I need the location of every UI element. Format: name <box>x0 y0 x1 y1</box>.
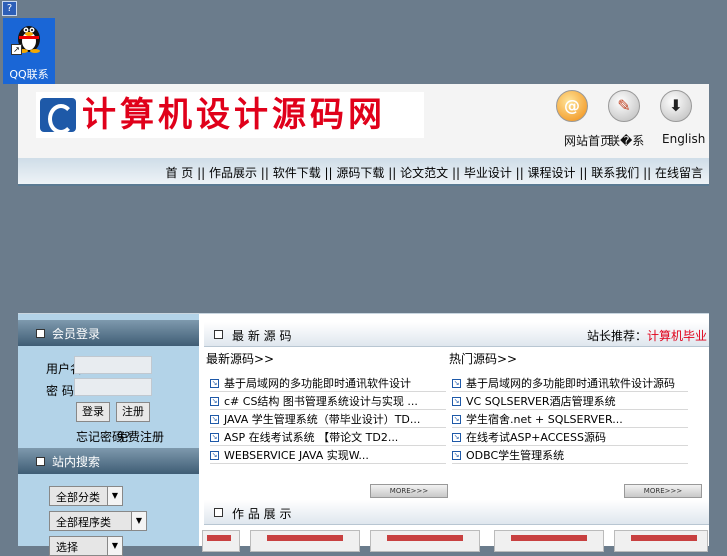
list-item[interactable]: ↘ JAVA 学生管理系统（带毕业设计）TD... <box>210 410 446 428</box>
english-link[interactable]: English <box>662 132 705 146</box>
showcase-thumbnail[interactable] <box>614 530 708 552</box>
free-register-link[interactable]: 免费注册 <box>116 428 164 445</box>
more-button-left[interactable]: MORE>>> <box>370 484 448 498</box>
bullet-icon <box>214 508 223 517</box>
showcase-panel-header: 作 品 展 示 <box>204 500 709 525</box>
list-item[interactable]: ↘ 基于局域网的多功能即时通讯软件设计 <box>210 374 446 392</box>
site-header: 计算机设计源码网 @ ✎ ⬇ 网站首页 联�系 English 首 页 || 作… <box>18 84 709 186</box>
chevron-down-icon: ▼ <box>107 537 122 555</box>
latest-panel-header: 最 新 源 码 站长推荐：计算机毕业 <box>204 322 709 347</box>
showcase-thumbnail[interactable] <box>494 530 604 552</box>
download-icon[interactable]: ⬇ <box>660 90 692 122</box>
showcase-panel-title: 作 品 展 示 <box>232 507 292 521</box>
list-item[interactable]: ↘ 学生宿舍.net + SQLSERVER... <box>452 410 688 428</box>
search-panel-header: 站内搜索 <box>18 448 199 474</box>
qq-label: QQ联系 <box>9 68 49 81</box>
nav-items[interactable]: 首 页 || 作品展示 || 软件下载 || 源码下载 || 论文范文 || 毕… <box>165 164 703 181</box>
shortcut-arrow-icon: ↗ <box>11 44 22 55</box>
list-item[interactable]: ↘ VC SQLSERVER酒店管理系统 <box>452 392 688 410</box>
arrow-icon: ↘ <box>210 433 219 442</box>
bullet-icon <box>214 330 223 339</box>
bullet-icon <box>36 457 45 466</box>
list-item[interactable]: ↘ ODBC学生管理系统 <box>452 446 688 464</box>
program-select[interactable]: 全部程序类 ▼ <box>49 511 147 531</box>
arrow-icon: ↘ <box>452 397 461 406</box>
list-item[interactable]: ↘ c# CS结构 图书管理系统设计与实现 ... <box>210 392 446 410</box>
list-item[interactable]: ↘ ASP 在线考试系统 【带论文 TD2... <box>210 428 446 446</box>
latest-panel-title: 最 新 源 码 <box>232 329 292 343</box>
home-link[interactable]: 网站首页 <box>564 132 612 149</box>
chevron-down-icon: ▼ <box>107 487 122 505</box>
login-title: 会员登录 <box>52 327 101 341</box>
list-item[interactable]: ↘ 基于局域网的多功能即时通讯软件设计源码 <box>452 374 688 392</box>
sidebar: 会员登录 用户名： 密 码： 登录 注册 忘记密码？ 免费注册 站内搜索 全部分… <box>18 314 199 556</box>
arrow-icon: ↘ <box>452 415 461 424</box>
arrow-icon: ↘ <box>210 397 219 406</box>
right-column-title[interactable]: 热门源码>> <box>449 350 517 367</box>
email-icon[interactable]: @ <box>556 90 588 122</box>
list-item[interactable]: ↘ 在线考试ASP+ACCESS源码 <box>452 428 688 446</box>
chevron-down-icon: ▼ <box>131 512 146 530</box>
arrow-icon: ↘ <box>210 379 219 388</box>
field-select[interactable]: 选择 ▼ <box>49 536 123 556</box>
recommend-text[interactable]: 站长推荐：计算机毕业 <box>587 327 707 344</box>
search-title: 站内搜索 <box>52 455 101 469</box>
showcase-thumbnail[interactable] <box>250 530 360 552</box>
arrow-icon: ↘ <box>452 433 461 442</box>
tools-icon[interactable]: ✎ <box>608 90 640 122</box>
password-input[interactable] <box>74 378 152 396</box>
main-area: 会员登录 用户名： 密 码： 登录 注册 忘记密码？ 免费注册 站内搜索 全部分… <box>18 313 709 556</box>
main-nav: 首 页 || 作品展示 || 软件下载 || 源码下载 || 论文范文 || 毕… <box>18 158 709 186</box>
logo-mark-icon <box>40 98 76 134</box>
recommend-value: 计算机毕业 <box>646 329 707 343</box>
username-input[interactable] <box>74 356 152 374</box>
register-button[interactable]: 注册 <box>116 402 150 422</box>
showcase-thumbnail[interactable] <box>202 530 240 552</box>
login-panel-header: 会员登录 <box>18 320 199 346</box>
recommend-label: 站长推荐： <box>586 329 647 343</box>
login-button[interactable]: 登录 <box>76 402 110 422</box>
arrow-icon: ↘ <box>210 451 219 460</box>
contact-link[interactable]: 联�系 <box>608 132 644 149</box>
content-area: 最 新 源 码 站长推荐：计算机毕业 最新源码>> 热门源码>> ↘ 基于局域网的… <box>202 314 709 552</box>
list-item[interactable]: ↘ WEBSERVICE JAVA 实现W... <box>210 446 446 464</box>
logo-text: 计算机设计源码网 <box>82 95 386 135</box>
site-logo[interactable]: 计算机设计源码网 <box>36 92 424 138</box>
qq-shortcut[interactable]: ↗ QQ联系 <box>3 18 55 84</box>
program-select-value: 全部程序类 <box>56 516 111 529</box>
qq-contact-widget[interactable]: ? ↗ QQ联系 <box>0 0 56 84</box>
category-select[interactable]: 全部分类 ▼ <box>49 486 123 506</box>
left-column-title[interactable]: 最新源码>> <box>206 350 274 367</box>
more-button-right[interactable]: MORE>>> <box>624 484 702 498</box>
help-icon[interactable]: ? <box>2 1 17 16</box>
arrow-icon: ↘ <box>210 415 219 424</box>
showcase-thumbnail[interactable] <box>370 530 480 552</box>
bullet-icon <box>36 329 45 338</box>
field-select-value: 选择 <box>56 541 78 554</box>
category-select-value: 全部分类 <box>56 491 100 504</box>
arrow-icon: ↘ <box>452 379 461 388</box>
arrow-icon: ↘ <box>452 451 461 460</box>
